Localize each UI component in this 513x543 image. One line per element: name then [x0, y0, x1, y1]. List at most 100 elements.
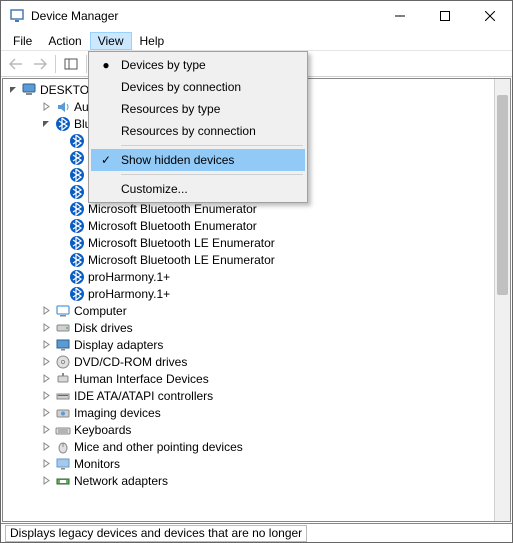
menu-item[interactable]: Devices by connection: [91, 76, 305, 98]
menu-mark-icon: ✓: [99, 153, 113, 167]
menubar: File Action View Help: [1, 31, 512, 51]
bt-dev-icon: [69, 235, 85, 251]
expander-icon[interactable]: [7, 84, 19, 96]
statusbar: Displays legacy devices and devices that…: [1, 523, 512, 542]
tree-node[interactable]: Monitors: [3, 455, 494, 472]
bt-dev-icon: [69, 286, 85, 302]
tree-node[interactable]: Mice and other pointing devices: [3, 438, 494, 455]
expander-icon[interactable]: [39, 322, 53, 334]
mouse-icon: [55, 439, 71, 455]
menu-item[interactable]: Resources by connection: [91, 120, 305, 142]
expander-icon[interactable]: [39, 458, 53, 470]
bluetooth-icon: [55, 116, 71, 132]
maximize-button[interactable]: [422, 1, 467, 31]
menu-view[interactable]: View: [90, 32, 132, 50]
toolbar-separator: [86, 55, 87, 73]
network-icon: [55, 473, 71, 489]
node-label: Monitors: [74, 457, 120, 471]
menu-separator: [121, 174, 303, 175]
node-label: Keyboards: [74, 423, 131, 437]
tree-node[interactable]: Computer: [3, 302, 494, 319]
node-label: Microsoft Bluetooth Enumerator: [88, 219, 257, 233]
expander-icon[interactable]: [39, 101, 53, 113]
expander-icon[interactable]: [39, 424, 53, 436]
node-label: proHarmony.1+: [88, 287, 170, 301]
expander-icon[interactable]: [39, 407, 53, 419]
app-icon: [9, 8, 25, 24]
expander-icon[interactable]: [39, 390, 53, 402]
tree-node[interactable]: Microsoft Bluetooth Enumerator: [3, 217, 494, 234]
window-title: Device Manager: [31, 9, 377, 23]
show-console-tree-button[interactable]: [60, 53, 82, 75]
dvd-icon: [55, 354, 71, 370]
bt-dev-icon: [69, 218, 85, 234]
nav-back-button[interactable]: [5, 53, 27, 75]
tree-node[interactable]: Microsoft Bluetooth LE Enumerator: [3, 234, 494, 251]
keyboard-icon: [55, 422, 71, 438]
vertical-scrollbar[interactable]: [494, 79, 510, 521]
menu-item-label: Show hidden devices: [121, 153, 234, 167]
tree-node[interactable]: Microsoft Bluetooth LE Enumerator: [3, 251, 494, 268]
display-icon: [55, 337, 71, 353]
menu-action[interactable]: Action: [40, 32, 89, 50]
bt-dev-icon: [69, 252, 85, 268]
tree-node[interactable]: proHarmony.1+: [3, 285, 494, 302]
nav-forward-button[interactable]: [29, 53, 51, 75]
node-label: Computer: [74, 304, 127, 318]
minimize-button[interactable]: [377, 1, 422, 31]
node-label: Microsoft Bluetooth LE Enumerator: [88, 236, 275, 250]
disk-icon: [55, 320, 71, 336]
bt-dev-icon: [69, 184, 85, 200]
menu-item-label: Customize...: [121, 182, 188, 196]
node-label: Mice and other pointing devices: [74, 440, 243, 454]
expander-icon[interactable]: [39, 356, 53, 368]
node-label: Display adapters: [74, 338, 163, 352]
toolbar-separator: [55, 55, 56, 73]
bt-dev-icon: [69, 167, 85, 183]
node-label: Network adapters: [74, 474, 168, 488]
menu-item[interactable]: Customize...: [91, 178, 305, 200]
menu-item[interactable]: ✓ Show hidden devices: [91, 149, 305, 171]
tree-node[interactable]: IDE ATA/ATAPI controllers: [3, 387, 494, 404]
node-label: Disk drives: [74, 321, 133, 335]
bt-dev-icon: [69, 133, 85, 149]
menu-help[interactable]: Help: [132, 32, 173, 50]
tree-node[interactable]: Keyboards: [3, 421, 494, 438]
expander-icon[interactable]: [39, 339, 53, 351]
menu-item-label: Devices by type: [121, 58, 206, 72]
tree-node[interactable]: DVD/CD-ROM drives: [3, 353, 494, 370]
menu-item-label: Devices by connection: [121, 80, 241, 94]
window-controls: [377, 1, 512, 31]
node-label: IDE ATA/ATAPI controllers: [74, 389, 213, 403]
close-button[interactable]: [467, 1, 512, 31]
status-text: Displays legacy devices and devices that…: [5, 525, 307, 542]
node-label: DVD/CD-ROM drives: [74, 355, 187, 369]
expander-icon[interactable]: [39, 373, 53, 385]
bt-dev-icon: [69, 269, 85, 285]
tree-node[interactable]: Network adapters: [3, 472, 494, 489]
menu-item[interactable]: Resources by type: [91, 98, 305, 120]
tree-node[interactable]: Human Interface Devices: [3, 370, 494, 387]
node-label: Microsoft Bluetooth Enumerator: [88, 202, 257, 216]
bt-dev-icon: [69, 150, 85, 166]
menu-item[interactable]: ● Devices by type: [91, 54, 305, 76]
expander-icon[interactable]: [39, 441, 53, 453]
tree-node[interactable]: proHarmony.1+: [3, 268, 494, 285]
node-label: Imaging devices: [74, 406, 161, 420]
menu-mark-icon: ●: [99, 58, 113, 72]
menu-file[interactable]: File: [5, 32, 40, 50]
computer-icon: [55, 303, 71, 319]
expander-icon[interactable]: [39, 475, 53, 487]
view-menu-dropdown: ● Devices by type Devices by connection …: [88, 51, 308, 203]
expander-icon[interactable]: [39, 305, 53, 317]
node-label: DESKTO: [40, 83, 89, 97]
tree-node[interactable]: Display adapters: [3, 336, 494, 353]
expander-icon[interactable]: [39, 118, 53, 130]
tree-node[interactable]: Imaging devices: [3, 404, 494, 421]
ide-icon: [55, 388, 71, 404]
tree-node[interactable]: Disk drives: [3, 319, 494, 336]
node-label: Microsoft Bluetooth LE Enumerator: [88, 253, 275, 267]
titlebar: Device Manager: [1, 1, 512, 31]
audio-icon: [55, 99, 71, 115]
menu-item-label: Resources by type: [121, 102, 220, 116]
